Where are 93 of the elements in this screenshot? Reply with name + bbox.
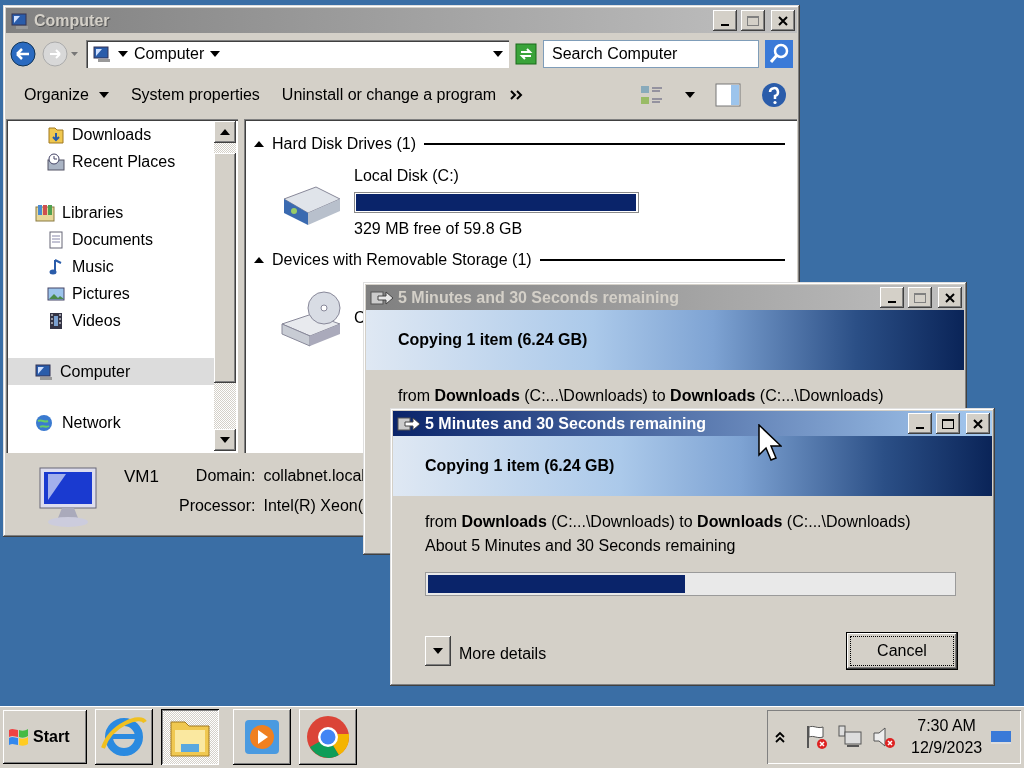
- document-icon: [46, 229, 66, 250]
- cancel-button[interactable]: Cancel: [846, 632, 958, 670]
- more-details-link[interactable]: More details: [459, 642, 547, 666]
- nav-item[interactable]: Recent Places: [8, 148, 214, 175]
- nav-item[interactable]: Videos: [8, 307, 214, 334]
- circle-logo-icon: [305, 714, 351, 760]
- nav-item[interactable]: Pictures: [8, 280, 214, 307]
- window-title: 5 Minutes and 30 Seconds remaining: [398, 287, 679, 308]
- computer-name: VM1: [124, 466, 159, 488]
- scroll-up-button[interactable]: [214, 121, 236, 143]
- minimize-button[interactable]: [713, 10, 737, 31]
- taskbar-button[interactable]: [161, 709, 219, 765]
- clock-icon: [46, 151, 66, 172]
- refresh-button[interactable]: [515, 43, 537, 65]
- time-remaining-text: About 5 Minutes and 30 Seconds remaining: [425, 536, 737, 556]
- nav-item[interactable]: Music: [8, 253, 214, 280]
- computer-icon: [10, 11, 30, 30]
- group-header[interactable]: Devices with Removable Storage (1): [272, 248, 532, 272]
- expand-button[interactable]: [425, 636, 451, 666]
- address-bar[interactable]: Computer: [86, 40, 509, 68]
- more-commands-icon[interactable]: [510, 90, 525, 100]
- copy-source-text: from Downloads (C:...\Downloads) to Downloads (C:...\Downloads): [398, 386, 885, 406]
- close-icon: [972, 417, 984, 430]
- close-icon: [944, 291, 956, 304]
- maximize-icon: [941, 417, 955, 430]
- library-icon: [34, 202, 56, 223]
- search-field[interactable]: Search Computer: [543, 40, 759, 68]
- taskbar-button[interactable]: [95, 709, 153, 765]
- group-header[interactable]: Hard Disk Drives (1): [272, 132, 416, 156]
- network-icon[interactable]: [837, 724, 863, 750]
- caret-icon: [433, 648, 443, 654]
- maximize-icon: [746, 14, 760, 27]
- toolbar-button[interactable]: Organize: [16, 81, 117, 109]
- minimize-icon: [721, 24, 729, 26]
- search-icon[interactable]: [765, 40, 793, 68]
- cd-drive-icon: [278, 288, 344, 348]
- field-label: Domain:: [194, 466, 256, 486]
- nav-item[interactable]: Downloads: [8, 121, 214, 148]
- dropdown-icon: [493, 51, 503, 57]
- start-button[interactable]: Start: [3, 710, 87, 764]
- caret-icon: [118, 51, 128, 57]
- nav-item[interactable]: Documents: [8, 226, 214, 253]
- back-button[interactable]: [10, 41, 36, 67]
- minimize-icon: [916, 427, 924, 429]
- collapse-icon[interactable]: [254, 141, 264, 147]
- toolbar-button[interactable]: System properties: [122, 81, 268, 109]
- scrollbar-thumb[interactable]: [214, 153, 236, 383]
- copy-source-text: from Downloads (C:...\Downloads) to Downloads (C:...\Downloads): [425, 512, 912, 532]
- address-segment[interactable]: Computer: [134, 42, 205, 66]
- window-title: 5 Minutes and 30 Seconds remaining: [425, 413, 706, 434]
- help-icon[interactable]: [761, 82, 787, 108]
- taskbar-button[interactable]: [299, 709, 357, 765]
- field-value: Intel(R) Xeon(: [263, 496, 365, 516]
- collapse-icon[interactable]: [254, 257, 264, 263]
- caret-icon: [210, 51, 221, 57]
- copy-arrow-icon: [370, 288, 394, 307]
- computer-icon: [34, 362, 54, 381]
- clock-time[interactable]: 7:30 AM: [911, 715, 983, 737]
- caret-icon: [685, 92, 695, 98]
- down-arrow-icon: [220, 437, 230, 443]
- minimize-button[interactable]: [880, 287, 904, 308]
- drive-name[interactable]: Local Disk (C:): [354, 163, 639, 188]
- toolbar-button[interactable]: Uninstall or change a program: [273, 81, 505, 109]
- taskbar-button[interactable]: [233, 709, 291, 765]
- maximize-button[interactable]: [936, 413, 960, 434]
- dialog-heading: Copying 1 item (6.24 GB): [366, 310, 964, 370]
- scroll-down-button[interactable]: [214, 429, 236, 451]
- mouse-cursor-icon: [758, 424, 782, 462]
- maximize-icon: [913, 291, 927, 304]
- chevron-up-icon[interactable]: [775, 731, 785, 743]
- dialog-heading: Copying 1 item (6.24 GB): [393, 436, 992, 496]
- close-button[interactable]: [771, 10, 795, 31]
- copy-arrow-icon: [397, 414, 421, 433]
- up-arrow-icon: [220, 129, 230, 135]
- folder-icon: [46, 124, 66, 145]
- maximize-button[interactable]: [908, 287, 932, 308]
- free-space-text: 329 MB free of 59.8 GB: [354, 218, 524, 239]
- maximize-button[interactable]: [741, 10, 765, 31]
- minimize-icon: [888, 301, 896, 303]
- computer-icon: [92, 45, 112, 63]
- close-button[interactable]: [938, 287, 962, 308]
- window-title: Computer: [34, 10, 110, 31]
- field-label: Processor:: [178, 496, 256, 516]
- nav-item[interactable]: Computer: [8, 358, 214, 385]
- clock-date[interactable]: 12/9/2023: [911, 737, 983, 759]
- speaker-muted-icon[interactable]: [871, 724, 897, 750]
- field-value: collabnet.local: [263, 466, 365, 486]
- close-icon: [777, 14, 789, 27]
- nav-item[interactable]: Network: [8, 409, 214, 436]
- windows-flag-icon: [7, 726, 31, 748]
- nav-item[interactable]: Libraries: [8, 199, 214, 226]
- close-button[interactable]: [966, 413, 990, 434]
- minimize-button[interactable]: [908, 413, 932, 434]
